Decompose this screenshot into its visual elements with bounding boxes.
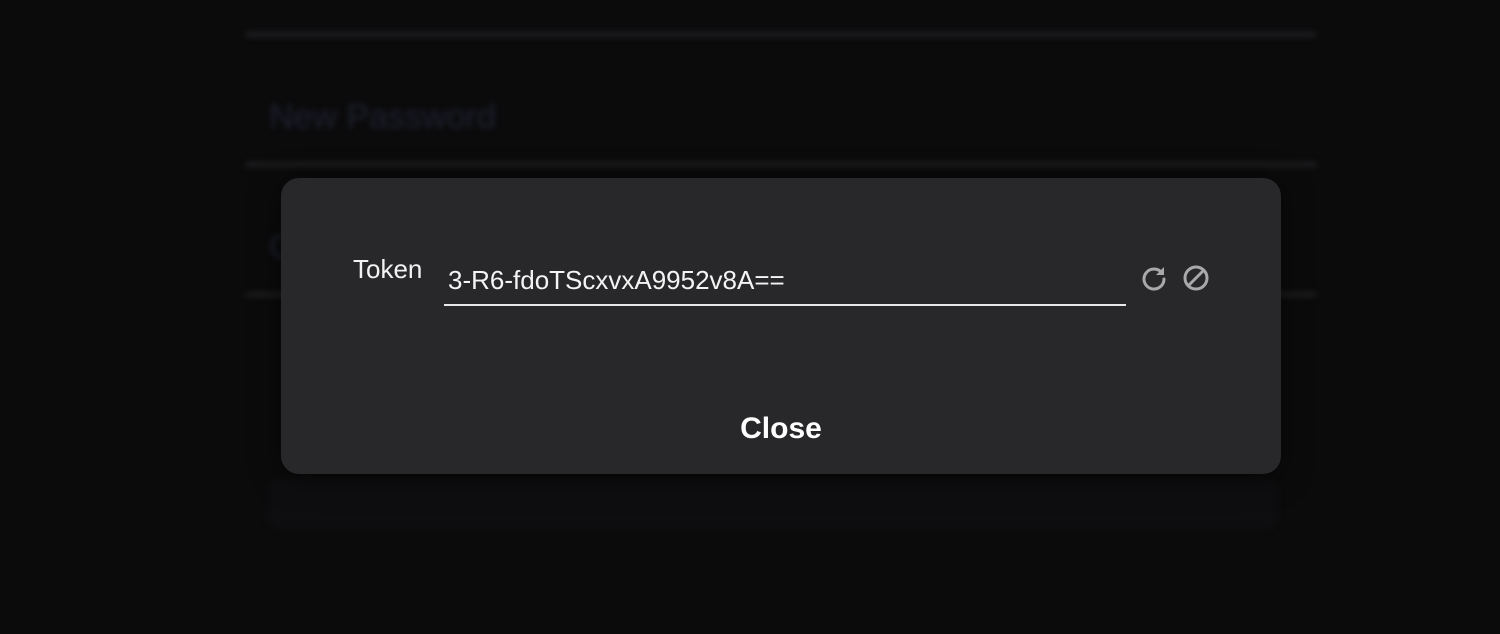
refresh-token-button[interactable] <box>1138 262 1170 294</box>
revoke-token-button[interactable] <box>1180 262 1212 294</box>
close-button[interactable]: Close <box>281 402 1281 454</box>
background-field-underline <box>245 32 1317 37</box>
background-submit-button <box>268 478 1278 530</box>
background-field-label: New Password <box>269 98 496 136</box>
background-field-new-password: New Password <box>245 38 1317 168</box>
token-dialog: Token Close <box>281 178 1281 474</box>
background-field-current-password <box>245 0 1317 38</box>
token-input[interactable] <box>444 260 1130 300</box>
background-field-underline <box>245 162 1317 167</box>
refresh-icon <box>1142 267 1166 291</box>
block-icon <box>1183 265 1209 291</box>
token-label: Token <box>353 254 423 284</box>
token-field <box>444 260 1130 306</box>
app-screen: New Password C Token Close <box>0 0 1500 634</box>
